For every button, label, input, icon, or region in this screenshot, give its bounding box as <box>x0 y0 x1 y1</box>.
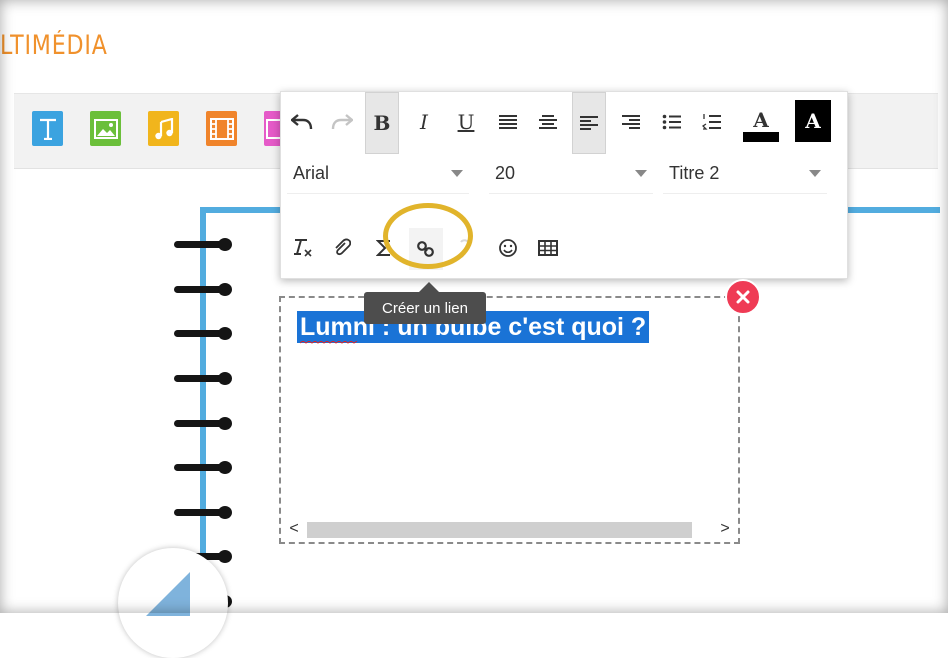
chevron-down-icon <box>451 170 463 177</box>
close-icon <box>736 290 750 304</box>
numbered-list-icon <box>702 114 721 130</box>
text-icon <box>39 118 56 140</box>
insert-table-button[interactable] <box>531 228 565 268</box>
bold-button[interactable]: B <box>365 92 399 154</box>
notebook-ring <box>174 372 234 385</box>
notebook-ring <box>174 506 234 519</box>
align-center-button[interactable] <box>531 94 565 150</box>
text-color-swatch <box>743 132 779 142</box>
insert-image-button[interactable] <box>90 111 121 146</box>
chevron-down-icon <box>635 170 647 177</box>
notebook-ring <box>174 327 234 340</box>
numbered-list-button[interactable] <box>695 94 729 150</box>
bullet-list-button[interactable] <box>655 94 689 150</box>
insert-text-button[interactable] <box>32 111 63 146</box>
notebook-ring <box>174 461 234 474</box>
link-button-highlight <box>383 203 473 269</box>
text-color-button[interactable]: A <box>741 98 781 154</box>
bg-color-label: A <box>805 109 821 133</box>
align-right-button[interactable] <box>614 94 648 150</box>
undo-icon <box>291 114 313 130</box>
redo-button[interactable] <box>325 94 359 150</box>
align-left-icon <box>580 116 598 130</box>
format-toolbar: B I U A A Arial 20 Titre 2 <box>280 91 848 279</box>
align-right-icon <box>622 115 640 129</box>
chevron-down-icon <box>809 170 821 177</box>
app-title: LTIMÉDIA <box>0 30 108 61</box>
bg-color-button[interactable]: A <box>795 100 831 142</box>
app-icon <box>266 118 280 139</box>
justify-button[interactable] <box>491 94 525 150</box>
clear-format-icon <box>294 239 312 257</box>
underline-button[interactable]: U <box>449 94 483 150</box>
tooltip-arrow <box>419 282 439 292</box>
paragraph-style-value: Titre 2 <box>669 163 720 183</box>
align-left-button[interactable] <box>572 92 606 154</box>
notebook-ring <box>174 417 234 430</box>
clear-format-button[interactable] <box>285 228 319 268</box>
scroll-right-button[interactable]: > <box>716 520 734 538</box>
image-icon <box>93 118 118 139</box>
insert-audio-button[interactable] <box>148 111 179 146</box>
text-color-label: A <box>753 108 769 132</box>
notebook-ring <box>174 238 234 251</box>
emoji-button[interactable] <box>491 228 525 268</box>
horizontal-scrollbar[interactable]: < > <box>285 520 734 538</box>
table-icon <box>538 240 558 256</box>
align-justify-icon <box>499 115 517 129</box>
delete-block-button[interactable] <box>725 279 761 315</box>
paragraph-style-select[interactable]: Titre 2 <box>663 154 827 194</box>
bullet-list-icon <box>662 114 681 130</box>
text-block[interactable]: Lumni : un bulbe c'est quoi ? < > <box>279 296 740 544</box>
scroll-thumb[interactable] <box>307 522 692 538</box>
font-family-value: Arial <box>293 163 330 183</box>
italic-button[interactable]: I <box>407 94 441 150</box>
paperclip-icon <box>335 238 351 256</box>
scroll-left-button[interactable]: < <box>285 520 303 538</box>
font-size-select[interactable]: 20 <box>489 154 653 194</box>
link-tooltip: Créer un lien <box>364 292 486 324</box>
font-size-value: 20 <box>495 163 516 183</box>
film-icon <box>209 117 234 140</box>
music-icon <box>154 117 173 139</box>
font-family-select[interactable]: Arial <box>287 154 469 194</box>
undo-button[interactable] <box>285 94 319 150</box>
align-center-icon <box>539 115 557 129</box>
attach-button[interactable] <box>325 228 359 268</box>
smiley-icon <box>499 239 517 257</box>
insert-video-button[interactable] <box>206 111 237 146</box>
spellcheck-underline <box>300 341 358 344</box>
redo-icon <box>331 114 353 130</box>
notebook-ring <box>174 283 234 296</box>
page-turn-arrow-icon <box>146 572 190 616</box>
